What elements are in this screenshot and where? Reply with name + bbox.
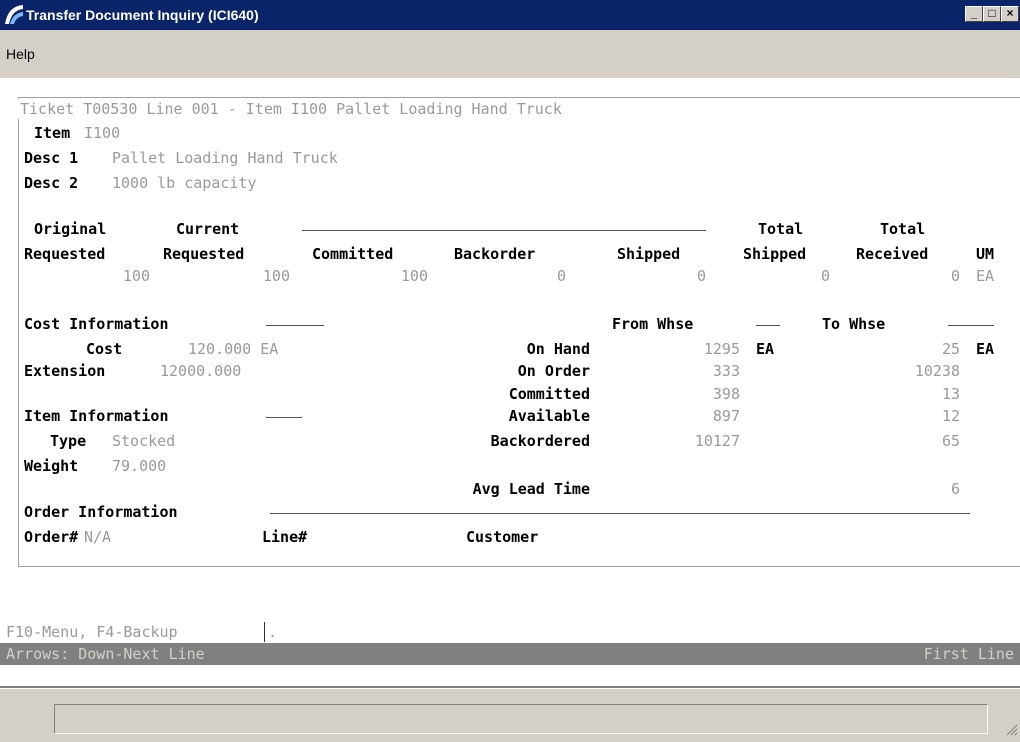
desc1-label: Desc 1 bbox=[24, 149, 79, 167]
val-um: EA bbox=[976, 267, 995, 285]
on-hand-from-um: EA bbox=[756, 340, 775, 358]
text-cursor bbox=[264, 622, 265, 642]
item-value: I100 bbox=[84, 124, 121, 142]
maximize-button[interactable]: □ bbox=[983, 6, 1001, 22]
prompt-dot: . bbox=[268, 623, 278, 641]
cost-label: Cost bbox=[86, 340, 123, 358]
val-current-requested: 100 bbox=[262, 267, 290, 285]
cost-section-title: Cost Information bbox=[24, 315, 169, 333]
desc1-value: Pallet Loading Hand Truck bbox=[112, 149, 338, 167]
on-order-to: 10238 bbox=[914, 362, 960, 380]
maximize-icon: □ bbox=[988, 6, 996, 20]
backordered-to: 65 bbox=[941, 432, 960, 450]
line-label: Line# bbox=[262, 528, 308, 546]
val-shipped: 0 bbox=[696, 267, 706, 285]
available-label: Available bbox=[508, 407, 590, 425]
cost-value: 120.000 EA bbox=[188, 340, 279, 358]
val-original-requested: 100 bbox=[122, 267, 150, 285]
order-section-title: Order Information bbox=[24, 503, 178, 521]
hdr-backorder: Backorder bbox=[454, 245, 536, 263]
to-whse-header: To Whse bbox=[822, 315, 886, 333]
desc2-value: 1000 lb capacity bbox=[112, 174, 257, 192]
app-icon bbox=[5, 5, 23, 24]
resize-grip-icon[interactable] bbox=[1002, 720, 1018, 736]
hdr-total-shipped: Shipped bbox=[743, 245, 807, 263]
from-whse-header: From Whse bbox=[612, 315, 694, 333]
on-order-label: On Order bbox=[517, 362, 590, 380]
current-group-rule bbox=[302, 230, 706, 231]
key-prompt: F10-Menu, F4-Backup bbox=[6, 623, 178, 641]
close-icon: × bbox=[1006, 6, 1014, 20]
from-whse-rule bbox=[756, 325, 780, 326]
weight-label: Weight bbox=[24, 457, 79, 475]
backordered-label: Backordered bbox=[490, 432, 590, 450]
hdr-committed: Committed bbox=[312, 245, 394, 263]
status-field bbox=[54, 704, 988, 734]
on-hand-to-um: EA bbox=[976, 340, 995, 358]
weight-value: 79.000 bbox=[112, 457, 167, 475]
window-title: Transfer Document Inquiry (ICI640) bbox=[26, 7, 259, 23]
hdr-shipped: Shipped bbox=[617, 245, 681, 263]
avg-lead-to: 6 bbox=[950, 480, 960, 498]
cost-section-rule bbox=[266, 325, 324, 326]
type-value: Stocked bbox=[112, 432, 176, 450]
on-order-from: 333 bbox=[712, 362, 740, 380]
val-committed: 100 bbox=[400, 267, 428, 285]
hdr-current-group: Current bbox=[176, 220, 240, 238]
hdr-requested-current: Requested bbox=[163, 245, 245, 263]
val-total-received: 0 bbox=[950, 267, 960, 285]
frame-title: Ticket T00530 Line 001 - Item I100 Palle… bbox=[18, 99, 564, 119]
avg-lead-label: Avg Lead Time bbox=[472, 480, 590, 498]
committed-label: Committed bbox=[508, 385, 590, 403]
committed-to: 13 bbox=[941, 385, 960, 403]
menu-help[interactable]: Help bbox=[6, 46, 35, 62]
title-bar[interactable]: Transfer Document Inquiry (ICI640) _ □ × bbox=[0, 0, 1020, 30]
desc2-label: Desc 2 bbox=[24, 174, 79, 192]
to-whse-rule bbox=[948, 325, 994, 326]
backordered-from: 10127 bbox=[694, 432, 740, 450]
available-to: 12 bbox=[941, 407, 960, 425]
item-section-title: Item Information bbox=[24, 407, 169, 425]
order-label: Order# bbox=[24, 528, 79, 546]
minimize-button[interactable]: _ bbox=[965, 6, 983, 22]
order-value: N/A bbox=[84, 528, 112, 546]
hdr-total-1: Total bbox=[758, 220, 804, 238]
val-total-shipped: 0 bbox=[820, 267, 830, 285]
menu-help-label: Help bbox=[6, 46, 35, 62]
val-backorder: 0 bbox=[556, 267, 566, 285]
order-section-rule bbox=[270, 513, 970, 514]
on-hand-from: 1295 bbox=[703, 340, 740, 358]
type-label: Type bbox=[50, 432, 87, 450]
hdr-requested-original: Requested bbox=[24, 245, 106, 263]
extension-label: Extension bbox=[24, 362, 106, 380]
hdr-total-received: Received bbox=[856, 245, 929, 263]
status-right: First Line bbox=[923, 645, 1014, 663]
committed-from: 398 bbox=[712, 385, 740, 403]
on-hand-to: 25 bbox=[941, 340, 960, 358]
minimize-icon: _ bbox=[970, 6, 978, 20]
hdr-total-2: Total bbox=[880, 220, 926, 238]
on-hand-label: On Hand bbox=[526, 340, 590, 358]
item-label: Item bbox=[34, 124, 71, 142]
available-from: 897 bbox=[712, 407, 740, 425]
customer-label: Customer bbox=[466, 528, 539, 546]
hdr-um: UM bbox=[976, 245, 995, 263]
hdr-original: Original bbox=[34, 220, 107, 238]
status-left: Arrows: Down-Next Line bbox=[6, 645, 205, 663]
close-button[interactable]: × bbox=[1001, 6, 1019, 22]
extension-value: 12000.000 bbox=[160, 362, 242, 380]
menu-bar bbox=[0, 30, 1020, 60]
item-section-rule bbox=[266, 417, 302, 418]
